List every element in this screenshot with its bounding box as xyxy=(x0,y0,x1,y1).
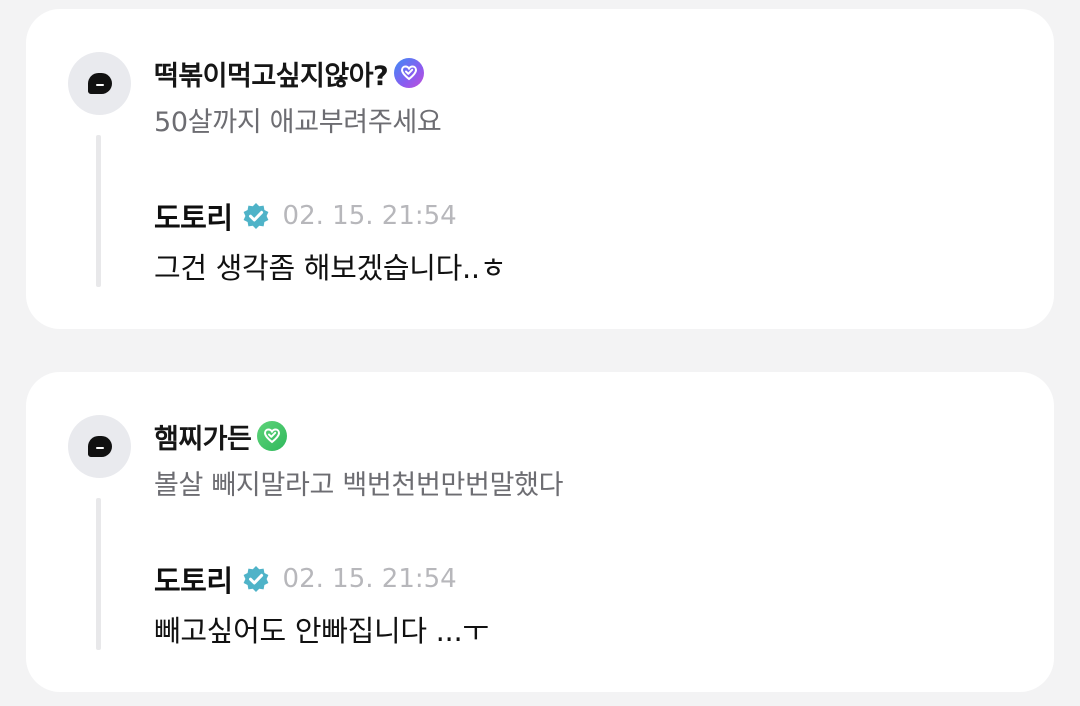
reply-timestamp: 02. 15. 21:54 xyxy=(282,564,457,594)
comment-header: 햄찌가든 xyxy=(154,417,288,456)
comment-card: 햄찌가든 볼살 빼지말라고 백번천번만번말했다 도토리 02. 15. 21:5… xyxy=(26,372,1054,692)
reply-text: 빼고싶어도 안빠집니다 ...ㅜ xyxy=(154,614,489,648)
reply-thread-line xyxy=(96,135,101,287)
chat-bubble-icon xyxy=(88,436,112,457)
verified-check-icon xyxy=(241,201,271,231)
avatar[interactable] xyxy=(68,52,131,115)
comment-nickname[interactable]: 햄찌가든 xyxy=(154,417,252,456)
comment-text: 50살까지 애교부려주세요 xyxy=(154,107,442,138)
comments-screen: 떡볶이먹고싶지않아? 50살까지 애교부려주세요 도토리 02. 15. 21:… xyxy=(0,0,1080,706)
heart-level-badge-icon xyxy=(257,421,288,451)
chat-bubble-icon xyxy=(88,73,112,94)
comment-header: 떡볶이먹고싶지않아? xyxy=(154,54,425,93)
reply-header: 도토리 02. 15. 21:54 xyxy=(154,560,457,598)
reply-timestamp: 02. 15. 21:54 xyxy=(282,201,457,231)
reply-header: 도토리 02. 15. 21:54 xyxy=(154,197,457,235)
heart-level-badge-icon xyxy=(394,58,425,88)
reply-thread-line xyxy=(96,498,101,650)
comment-text: 볼살 빼지말라고 백번천번만번말했다 xyxy=(154,470,564,501)
reply-text: 그건 생각좀 해보겠습니다..ㅎ xyxy=(154,251,507,285)
reply-author[interactable]: 도토리 xyxy=(154,558,233,600)
comment-card: 떡볶이먹고싶지않아? 50살까지 애교부려주세요 도토리 02. 15. 21:… xyxy=(26,9,1054,329)
reply-author[interactable]: 도토리 xyxy=(154,195,233,237)
avatar[interactable] xyxy=(68,415,131,478)
verified-check-icon xyxy=(241,564,271,594)
comment-nickname[interactable]: 떡볶이먹고싶지않아? xyxy=(154,54,389,93)
